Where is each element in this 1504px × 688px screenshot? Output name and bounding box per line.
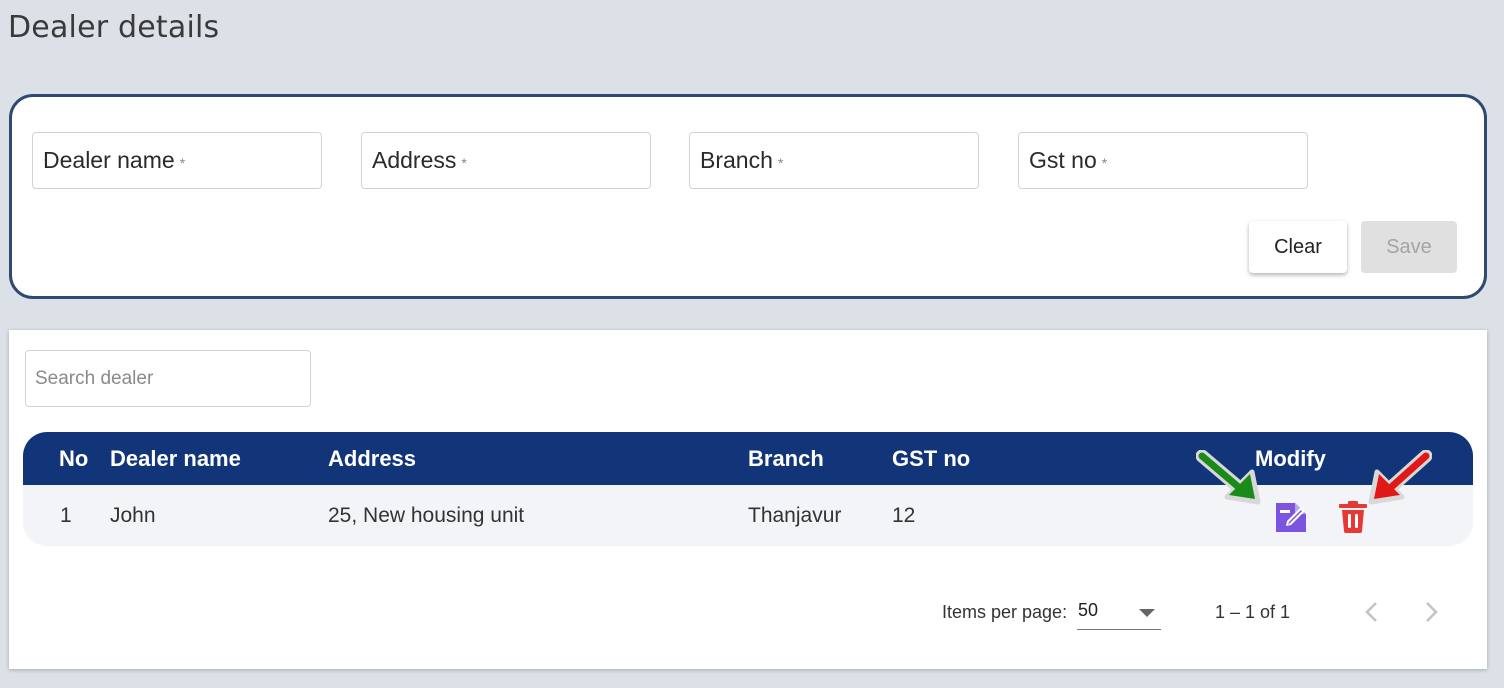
dealer-name-label: Dealer name	[43, 147, 175, 173]
chevron-right-icon	[1426, 602, 1438, 622]
previous-page-button[interactable]	[1358, 598, 1386, 626]
column-header-no: No	[59, 446, 89, 471]
column-header-gst-no: GST no	[892, 446, 971, 471]
items-per-page-select[interactable]: 50	[1077, 592, 1161, 630]
branch-label: Branch	[700, 147, 773, 173]
items-per-page-label: Items per page:	[942, 602, 1068, 622]
required-marker: *	[1101, 154, 1108, 171]
page-range-label: 1 – 1 of 1	[1215, 602, 1291, 622]
cell-no: 1	[60, 504, 72, 527]
dealer-form: Dealer name * Address * Branch * Gst no …	[9, 94, 1487, 299]
clear-button[interactable]: Clear	[1249, 221, 1347, 273]
caret-down-icon	[1139, 609, 1155, 617]
column-header-dealer-name: Dealer name	[110, 446, 241, 471]
search-field[interactable]	[25, 350, 311, 407]
required-marker: *	[777, 154, 784, 171]
cell-gst-no: 12	[892, 504, 916, 527]
column-header-address: Address	[328, 446, 417, 471]
address-field[interactable]: Address *	[361, 132, 651, 189]
search-input[interactable]	[35, 367, 295, 390]
cell-address: 25, New housing unit	[328, 504, 525, 527]
cell-dealer-name: John	[110, 504, 156, 527]
green-arrow-icon	[1196, 450, 1261, 505]
items-per-page-value: 50	[1078, 600, 1099, 620]
red-arrow-icon	[1368, 450, 1432, 505]
gst-no-label: Gst no	[1029, 147, 1097, 173]
edit-note-icon[interactable]	[1273, 499, 1309, 535]
branch-field[interactable]: Branch *	[689, 132, 979, 189]
required-marker: *	[179, 154, 186, 171]
required-marker: *	[461, 154, 467, 171]
next-page-button[interactable]	[1417, 598, 1445, 626]
chevron-left-icon	[1365, 602, 1377, 622]
address-label: Address	[372, 147, 457, 173]
save-button[interactable]: Save	[1361, 221, 1457, 273]
dealer-name-field[interactable]: Dealer name *	[32, 132, 322, 189]
cell-branch: Thanjavur	[748, 504, 842, 527]
gst-no-field[interactable]: Gst no *	[1018, 132, 1308, 189]
column-header-branch: Branch	[748, 446, 824, 471]
page-title: Dealer details	[8, 10, 220, 45]
